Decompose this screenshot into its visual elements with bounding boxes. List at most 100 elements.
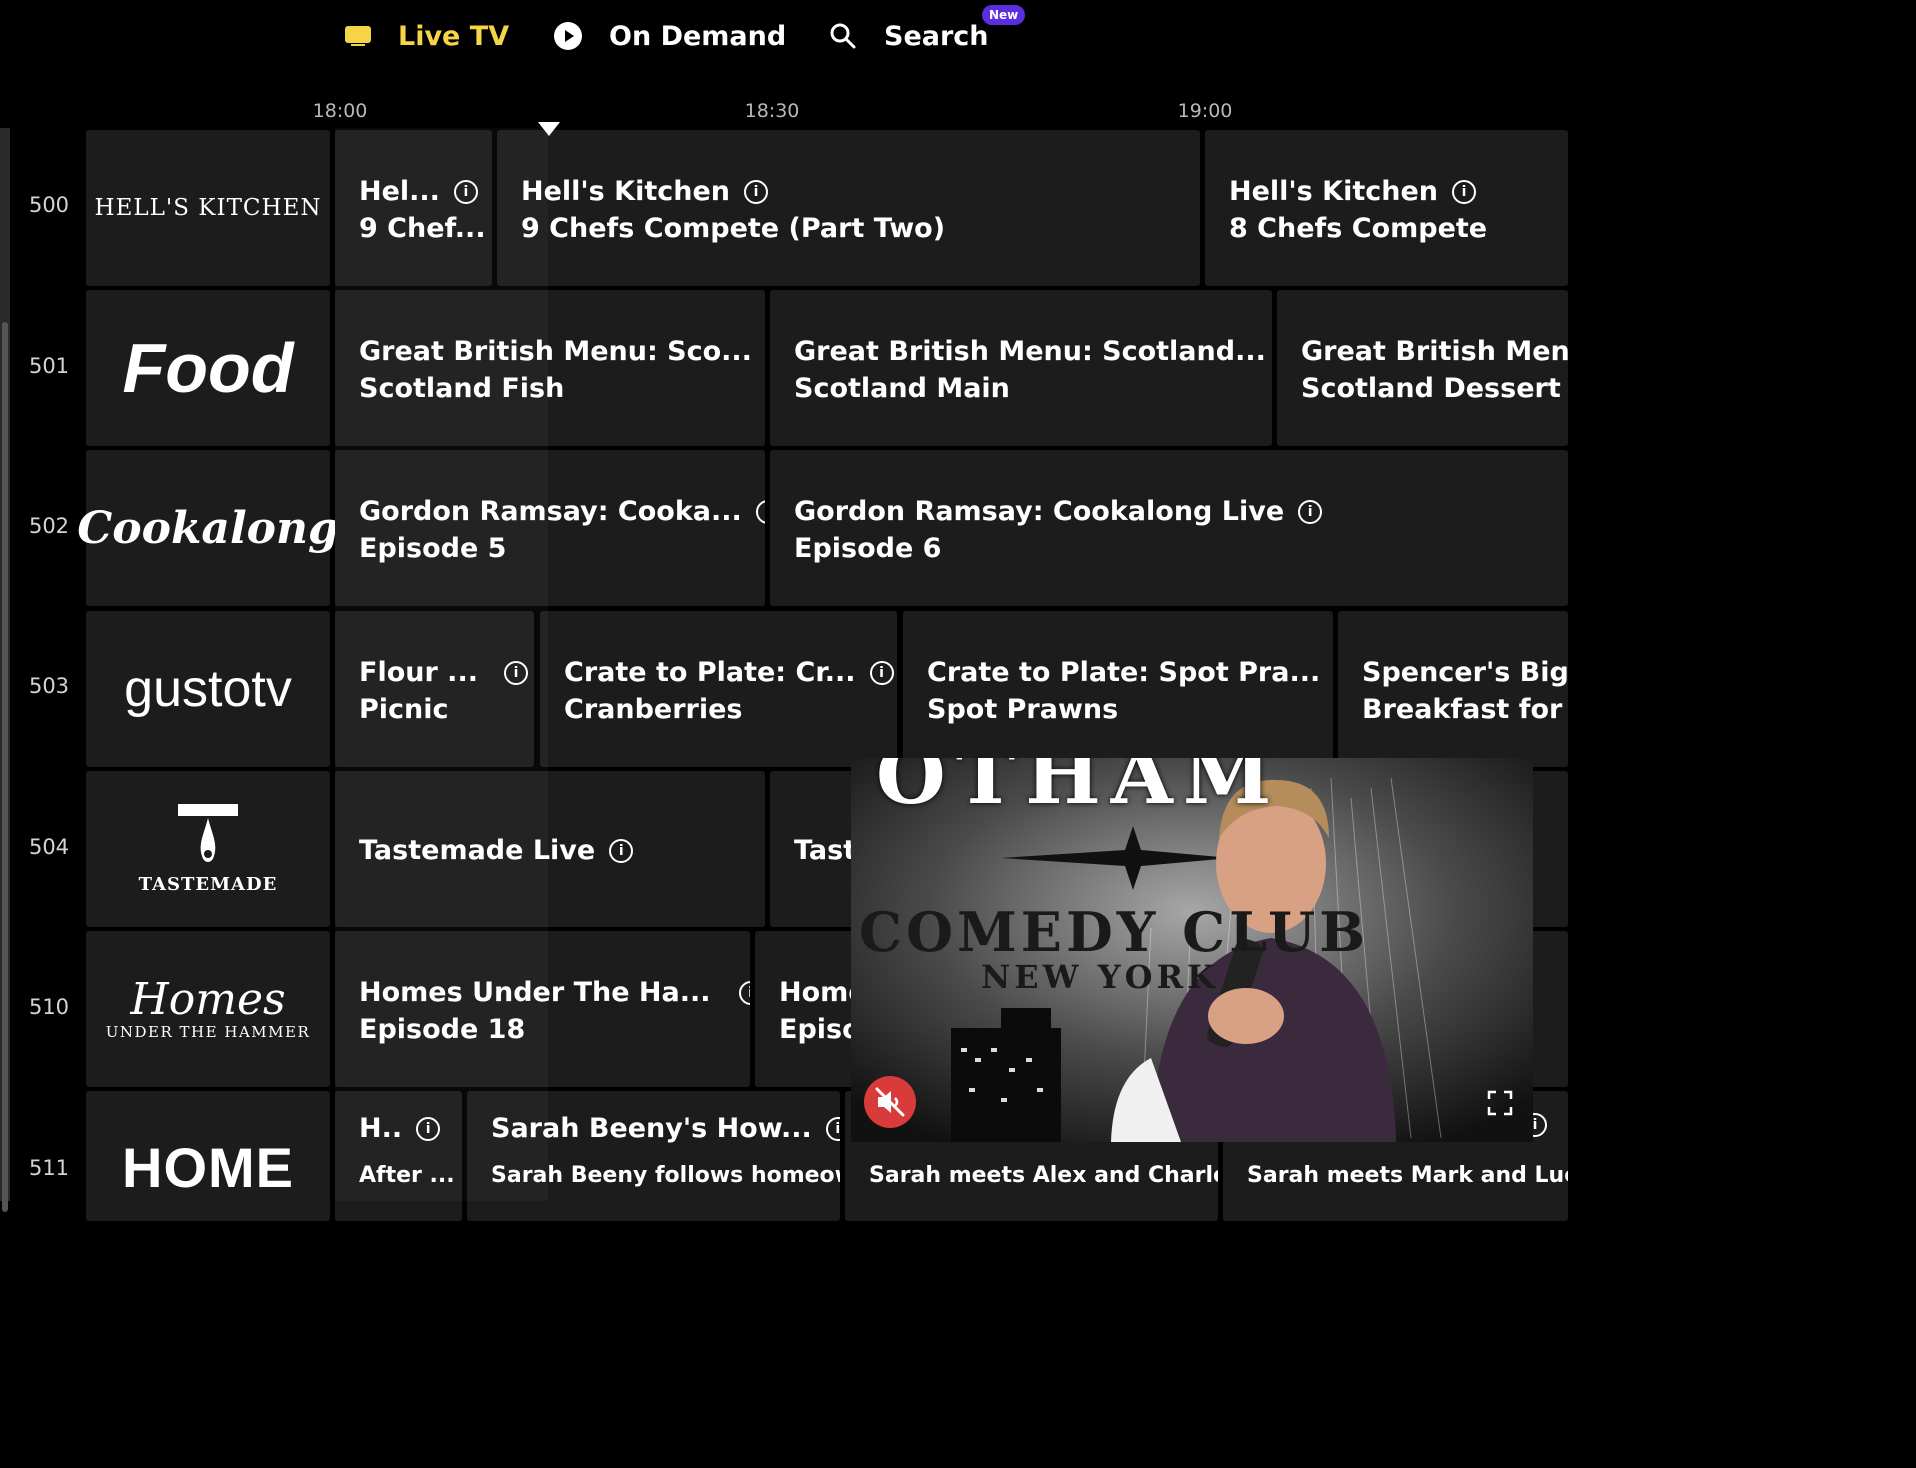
gustotv-logo: gustotv [124,660,292,718]
info-icon[interactable]: i [869,660,894,685]
venue-sign-sub: NEW YORK [981,958,1219,996]
program-cell[interactable]: H.. i After ... [335,1091,462,1221]
program-title: Great British Menu: Scotland... [794,336,1266,367]
program-cell[interactable]: Crate to Plate: Spot Pra...i Spot Prawns [903,611,1333,767]
program-cell[interactable]: Gordon Ramsay: Cookalong Live i Episode 6 [770,450,1568,606]
nav-on-demand-label: On Demand [609,20,787,52]
channel-logo-food[interactable]: Food [86,290,330,446]
channel-number: 501 [28,354,70,378]
channel-number: 503 [28,674,70,698]
mini-player[interactable]: OTHAM COMEDY CLUB NEW YORK [851,758,1533,1142]
food-logo: Food [122,329,294,407]
program-subtitle: Episode 5 [359,533,507,564]
program-cell[interactable]: Sarah Beeny's How... i Sarah Beeny follow… [467,1091,840,1221]
nav-search[interactable]: Search [829,14,989,58]
program-cell[interactable]: Great British Menu: Sc Scotland Dessert [1277,290,1568,446]
tastemade-spoon-icon [178,803,238,868]
program-title: Sarah Beeny's How... [491,1113,812,1144]
nav-live-tv-label: Live TV [398,20,510,52]
fullscreen-button[interactable] [1487,1090,1513,1116]
venue-sign-top: OTHAM [876,758,1282,822]
time-label: 19:00 [1177,100,1233,122]
program-title: Homes Under The Ha... [359,977,711,1008]
program-subtitle: Sarah meets Alex and Charlo... [869,1163,1218,1188]
program-title: Tastemade Live [359,835,596,866]
program-cell[interactable]: Flour ... i Picnic [335,611,534,767]
program-title: Crate to Plate: Cr... [564,657,856,688]
channel-number: 502 [28,514,70,538]
program-cell[interactable]: Great British Menu: Sco...i Scotland Fis… [335,290,765,446]
info-icon[interactable]: i [503,660,528,685]
program-subtitle: Cranberries [564,694,743,725]
program-subtitle: Sarah meets Mark and Lucy i... [1247,1163,1568,1188]
hells-kitchen-logo: HELL'S KITCHEN [94,195,322,221]
tv-icon [342,19,382,53]
home-logo: HOME [122,1136,294,1199]
time-label: 18:00 [312,100,368,122]
channel-number: 511 [28,1156,70,1180]
program-title: Gordon Ramsay: Cooka... [359,496,742,527]
program-cell[interactable]: Hell's Kitchen i 9 Chefs Compete (Part Tw… [497,130,1200,286]
info-icon[interactable]: i [1452,179,1476,204]
channel-logo-cookalong[interactable]: Cookalong [77,450,339,606]
info-icon[interactable]: i [609,838,634,863]
info-icon[interactable]: i [755,499,765,524]
program-subtitle: Scotland Dessert [1301,373,1561,404]
program-cell[interactable]: Tastemade Live i [335,771,765,927]
info-icon[interactable]: i [744,179,768,204]
program-subtitle: Sarah Beeny follows homeow... [491,1163,840,1188]
program-title: Gordon Ramsay: Cookalong Live [794,496,1285,527]
program-subtitle: Episode 18 [359,1014,526,1045]
program-subtitle: Episode 6 [794,533,942,564]
nav-search-label: Search [884,20,989,52]
info-icon[interactable]: i [453,179,478,204]
nav-live-tv[interactable]: Live TV [342,14,509,58]
program-cell[interactable]: Hell's Kitchen i 8 Chefs Compete [1205,130,1568,286]
info-icon[interactable]: i [416,1116,441,1141]
program-title: Flour ... [359,657,478,688]
channel-logo-homes-under-the-hammer[interactable]: Homes UNDER THE HAMMER [86,931,330,1087]
program-subtitle: 8 Chefs Compete [1229,213,1488,244]
program-subtitle: Scotland Fish [359,373,565,404]
channel-logo-gustotv[interactable]: gustotv [86,611,330,767]
program-cell[interactable]: Great British Menu: Scotland...i Scotlan… [770,290,1272,446]
program-title: Great British Menu: Sco... [359,336,752,367]
program-title: Crate to Plate: Spot Pra... [927,657,1321,688]
unmute-button[interactable] [864,1076,916,1128]
program-subtitle: Scotland Main [794,373,1010,404]
program-title: Hell's Kitchen [521,176,730,207]
program-title: Hel... [359,176,440,207]
under-the-hammer-logo: UNDER THE HAMMER [105,1023,311,1041]
channel-number: 504 [28,835,70,859]
info-icon[interactable]: i [738,980,750,1005]
program-subtitle: Spot Prawns [927,694,1119,725]
top-nav: Live TV On Demand Search New [0,0,1568,80]
channel-number: 510 [28,995,70,1019]
channel-logo-tastemade[interactable]: TASTEMADE [86,771,330,927]
venue-sign-main: COMEDY CLUB [859,900,1369,964]
program-subtitle: After ... [359,1163,455,1188]
time-label: 18:30 [744,100,800,122]
program-cell[interactable]: Homes Under The Ha... i Episode 18 [335,931,750,1087]
channel-logo-home[interactable]: HOME [86,1091,330,1221]
program-cell[interactable]: Hel... i 9 Chef... [335,130,492,286]
program-title: Hell's Kitchen [1229,176,1438,207]
program-title: Great British Menu: Sc [1301,336,1568,367]
info-icon[interactable]: i [1298,499,1323,524]
program-subtitle: 9 Chefs Compete (Part Two) [521,213,946,244]
cookalong-logo: Cookalong [77,502,339,554]
program-title: H.. [359,1113,403,1144]
program-cell[interactable]: Crate to Plate: Cr... i Cranberries [540,611,897,767]
nav-on-demand[interactable]: On Demand [553,14,786,58]
program-subtitle: Episo [779,1014,861,1045]
channel-logo-hells-kitchen[interactable]: HELL'S KITCHEN [86,130,330,286]
play-icon [553,21,583,51]
program-cell[interactable]: Spencer's Big 30 Breakfast for Di [1338,611,1568,767]
muted-speaker-icon [875,1087,905,1117]
tastemade-logo: TASTEMADE [138,873,278,895]
channel-number: 500 [28,193,70,217]
program-cell[interactable]: Gordon Ramsay: Cooka... i Episode 5 [335,450,765,606]
scrollbar[interactable] [2,322,8,1212]
homes-logo: Homes [130,974,286,1025]
info-icon[interactable]: i [825,1116,840,1141]
